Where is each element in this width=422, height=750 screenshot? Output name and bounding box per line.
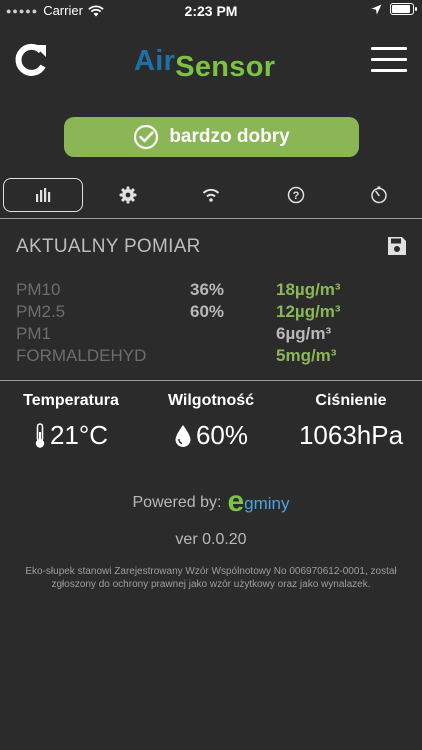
save-button[interactable] <box>387 236 407 256</box>
tab-bar: ? <box>0 178 422 212</box>
reading-name: FORMALDEHYD <box>16 346 147 365</box>
humidity-block: Wilgotność 60% <box>150 392 272 451</box>
hamburger-menu-button[interactable] <box>371 47 407 73</box>
pressure-block: Ciśnienie 1063hPa <box>290 392 412 451</box>
refresh-button[interactable] <box>12 41 50 79</box>
section-title: AKTUALNY POMIAR <box>16 236 201 257</box>
menu-line <box>371 47 407 50</box>
reading-row-formaldehyd: FORMALDEHYD 5mg/m³ <box>16 346 416 368</box>
reading-value: 5mg/m³ <box>276 346 337 365</box>
brand-logo-text: gminy <box>244 494 290 513</box>
help-icon: ? <box>287 186 305 204</box>
powered-by-label: Powered by: <box>132 494 222 511</box>
temperature-value: 21°C <box>49 420 109 450</box>
logo-sensor: Sensor <box>175 51 276 83</box>
reading-percent: 60% <box>190 302 225 321</box>
reading-row-pm10: PM10 36% 18µg/m³ <box>16 280 416 302</box>
tab-timer[interactable] <box>339 178 419 212</box>
humidity-label: Wilgotność <box>167 392 255 409</box>
pressure-label: Ciśnienie <box>315 392 387 409</box>
reading-value: 12µg/m³ <box>276 302 341 321</box>
legal-notice: Eko-słupek stanowi Zarejestrowany Wzór W… <box>25 566 397 590</box>
temperature-value-wrap: 21°C <box>10 420 132 451</box>
app-header: AirSensor <box>0 35 422 90</box>
humidity-value-wrap: 60% <box>150 420 272 451</box>
temperature-block: Temperatura 21°C <box>10 392 132 451</box>
pressure-value: 1063hPa <box>298 420 404 450</box>
water-drop-icon <box>175 424 191 447</box>
battery-fill <box>392 5 410 13</box>
svg-text:?: ? <box>293 190 300 202</box>
air-quality-button[interactable]: bardzo dobry <box>64 117 359 157</box>
app-version: ver 0.0.20 <box>175 531 247 548</box>
divider <box>0 380 422 381</box>
menu-line <box>371 69 407 72</box>
powered-by: Powered by: egminy <box>0 483 422 520</box>
reading-percent: 36% <box>190 280 225 299</box>
readings-list: PM10 36% 18µg/m³ PM2.5 60% 12µg/m³ PM1 6… <box>16 280 416 368</box>
status-time: 2:23 PM <box>184 3 238 19</box>
reading-value: 18µg/m³ <box>276 280 341 299</box>
pressure-value-wrap: 1063hPa <box>290 420 412 451</box>
app-logo: AirSensor <box>134 45 275 83</box>
menu-line <box>371 58 407 61</box>
reading-name: PM2.5 <box>16 302 66 321</box>
reading-name: PM1 <box>16 324 51 343</box>
status-right <box>371 3 417 15</box>
save-icon <box>388 237 406 255</box>
wifi-icon <box>202 188 220 202</box>
refresh-icon <box>15 43 46 76</box>
bar-chart-icon <box>36 188 51 202</box>
divider <box>0 218 422 219</box>
logo-air: Air <box>134 45 176 77</box>
brand-logo-e: e <box>227 485 245 518</box>
reading-name: PM10 <box>16 280 61 299</box>
thermometer-icon <box>35 422 45 448</box>
location-arrow-icon <box>371 4 382 14</box>
check-circle-icon <box>134 124 159 150</box>
reading-value: 6µg/m³ <box>276 324 332 343</box>
tab-help[interactable]: ? <box>256 178 336 212</box>
reading-row-pm1: PM1 6µg/m³ <box>16 324 416 346</box>
gear-icon <box>119 186 137 204</box>
air-quality-label: bardzo dobry <box>169 126 290 147</box>
timer-icon <box>371 186 387 204</box>
temperature-label: Temperatura <box>23 392 119 409</box>
brand-logo[interactable]: egminy <box>227 483 290 518</box>
tab-settings[interactable] <box>88 178 168 212</box>
tab-measurements[interactable] <box>3 178 83 212</box>
reading-row-pm25: PM2.5 60% 12µg/m³ <box>16 302 416 324</box>
battery-icon <box>390 3 417 15</box>
tab-wifi[interactable] <box>171 178 251 212</box>
status-bar: ●●●●● Carrier 2:23 PM <box>0 0 422 22</box>
humidity-value: 60% <box>195 420 249 450</box>
